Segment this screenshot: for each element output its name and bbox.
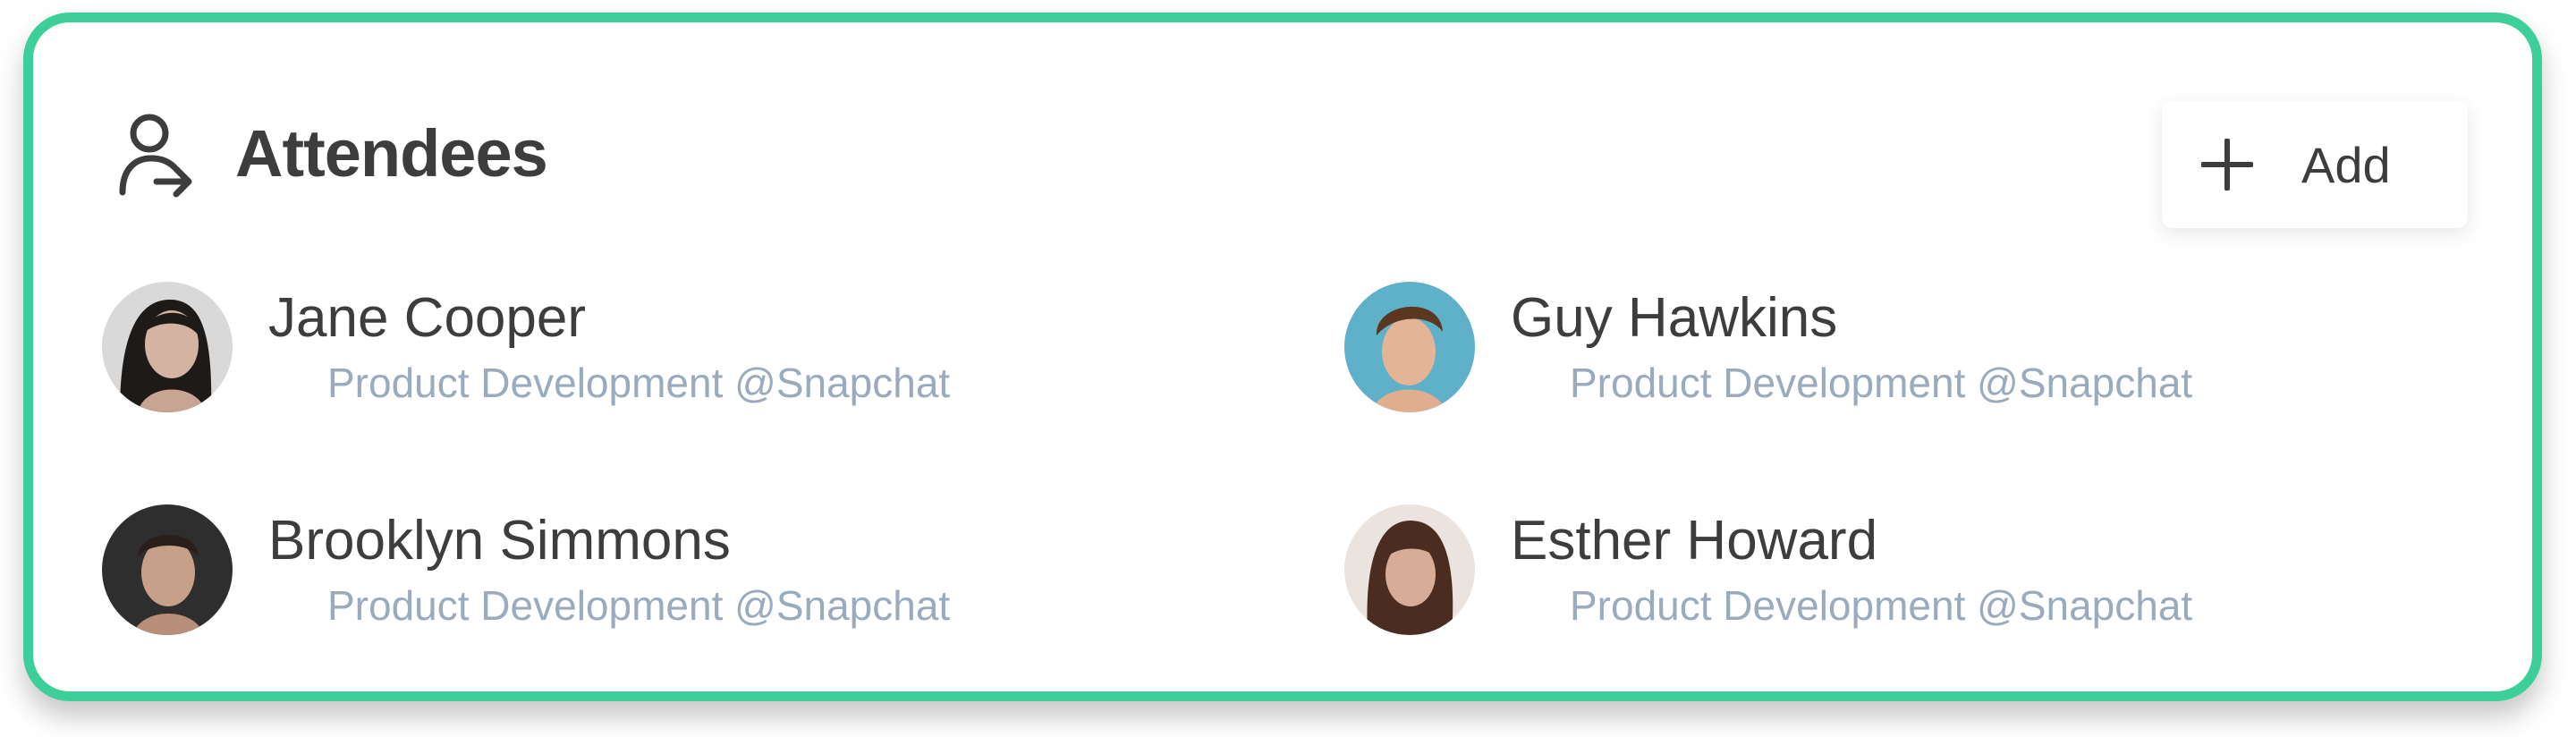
avatar [102,504,233,635]
avatar [1344,282,1475,412]
attendees-card: Attendees Add Jane Cooper Product Develo… [23,13,2542,701]
attendee-role: Product Development @Snapchat [327,582,951,629]
avatar [1344,504,1475,635]
user-add-icon [119,114,192,198]
attendee-name: Jane Cooper [268,287,587,349]
attendee-name: Esther Howard [1511,510,1878,572]
add-button-label: Add [2301,137,2391,193]
attendee-name: Brooklyn Simmons [268,510,731,572]
attendee-role: Product Development @Snapchat [1570,582,2193,629]
attendee-item[interactable]: Jane Cooper Product Development @Snapcha… [102,282,1265,416]
attendee-item[interactable]: Guy Hawkins Product Development @Snapcha… [1344,282,2507,416]
attendee-name: Guy Hawkins [1511,287,1838,349]
attendee-item[interactable]: Brooklyn Simmons Product Development @Sn… [102,504,1265,639]
attendee-item[interactable]: Esther Howard Product Development @Snapc… [1344,504,2507,639]
attendee-role: Product Development @Snapchat [327,360,951,406]
attendee-role: Product Development @Snapchat [1570,360,2193,406]
section-title: Attendees [235,116,548,191]
avatar [102,282,233,412]
add-attendee-button[interactable]: Add [2162,101,2468,228]
plus-icon [2201,139,2253,191]
